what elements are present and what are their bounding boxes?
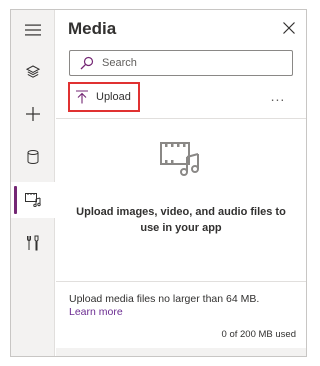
media-pane-frame: Media Upload ... [10, 9, 307, 357]
upload-label: Upload [96, 91, 131, 103]
close-button[interactable] [282, 21, 298, 37]
rail-item-data[interactable] [11, 139, 55, 175]
media-icon [25, 193, 41, 207]
search-box[interactable] [69, 50, 293, 76]
rail-item-tools[interactable] [11, 225, 55, 261]
empty-state: Upload images, video, and audio files to… [56, 118, 306, 280]
rail-item-media[interactable] [11, 182, 55, 218]
database-icon [27, 150, 39, 164]
plus-icon [26, 107, 40, 121]
rail-item-tree-view[interactable] [11, 54, 55, 90]
tools-icon [27, 235, 39, 251]
media-panel: Media Upload ... [56, 10, 306, 356]
close-icon [283, 22, 295, 34]
storage-usage: 0 of 200 MB used [221, 329, 296, 340]
upload-icon [76, 90, 88, 104]
divider [56, 281, 306, 282]
hamburger-menu-icon [25, 24, 41, 36]
media-placeholder-icon [160, 142, 199, 176]
panel-title: Media [68, 19, 117, 38]
search-icon [80, 56, 94, 70]
layers-icon [26, 65, 40, 78]
rail-item-insert[interactable] [11, 96, 55, 132]
rail-item-menu[interactable] [11, 12, 55, 48]
left-nav-rail [11, 10, 55, 356]
more-options-button[interactable]: ... [268, 88, 288, 104]
upload-button[interactable]: Upload [68, 82, 140, 112]
empty-state-message: Upload images, video, and audio files to… [76, 206, 286, 234]
search-input[interactable] [102, 57, 282, 69]
more-options-icon: ... [270, 88, 286, 104]
bottom-strip [56, 348, 306, 356]
learn-more-link[interactable]: Learn more [69, 305, 123, 319]
upload-limit-note: Upload media files no larger than 64 MB. [69, 293, 260, 305]
